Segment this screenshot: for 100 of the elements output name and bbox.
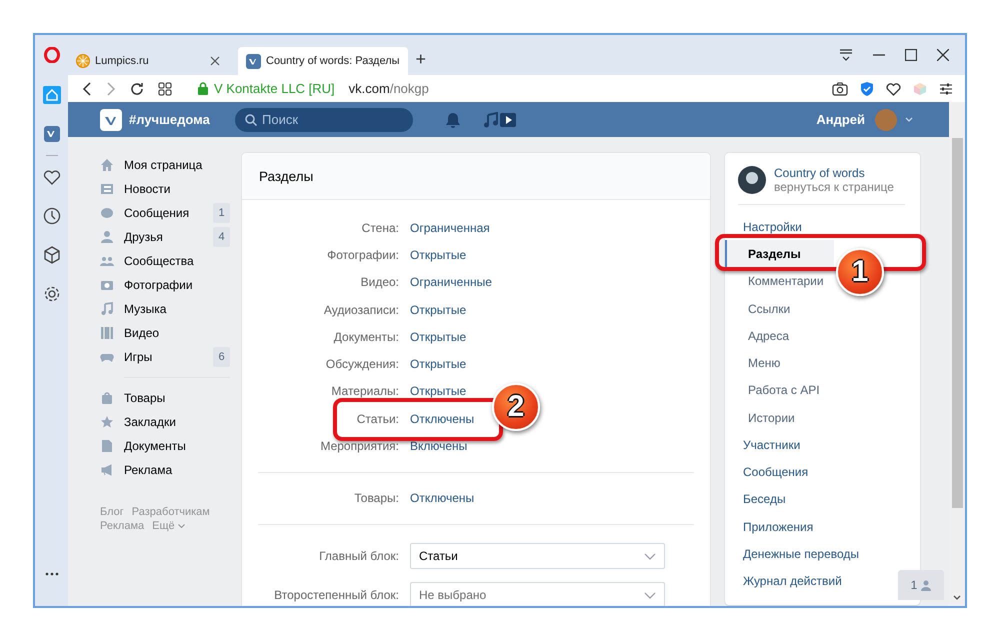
heart-icon: [886, 82, 901, 96]
clock-icon: [42, 206, 62, 226]
close-icon: [937, 49, 949, 61]
video-icon: [499, 112, 517, 128]
setting-link[interactable]: Открытые: [410, 248, 466, 262]
setting-label: Мероприятия:: [319, 439, 399, 454]
music-icon: [100, 302, 114, 316]
menu-item[interactable]: Комментарии: [725, 271, 828, 292]
avatar: [875, 108, 897, 130]
nav-item[interactable]: Реклама: [100, 458, 230, 482]
camera-icon: [100, 278, 114, 292]
music-icon: [483, 112, 499, 128]
chevron-down-icon: [644, 552, 656, 560]
nav-item[interactable]: Товары: [100, 386, 230, 410]
chevron-down-icon: [644, 592, 656, 599]
user-name[interactable]: Андрей: [816, 112, 865, 127]
menu-item[interactable]: Денежные переводы: [725, 544, 864, 564]
counter-badge: 4: [213, 227, 230, 247]
reload-icon: [130, 82, 144, 96]
setting-label: Материалы:: [330, 384, 399, 398]
minimize-icon: [873, 54, 885, 56]
avatar: [738, 166, 766, 194]
setting-label: Второстепенный блок:: [273, 588, 399, 602]
cube-icon: [42, 245, 62, 265]
setting-label: Стена:: [360, 220, 399, 235]
scrollbar[interactable]: [949, 102, 965, 606]
logo-icon: [100, 108, 122, 130]
tab-title: Lumpics.ru: [95, 55, 150, 67]
setting-link[interactable]: Открытые: [410, 357, 466, 372]
counter-badge: 1: [213, 203, 230, 223]
menu-item[interactable]: Участники: [725, 434, 804, 455]
setting-label: Главный блок:: [318, 549, 399, 564]
setting-link[interactable]: Открытые: [410, 384, 466, 398]
setting-link[interactable]: Ограниченная: [410, 220, 490, 235]
nav-item[interactable]: Видео: [100, 321, 230, 345]
menu-item[interactable]: Работа с API: [725, 380, 824, 400]
menu-item[interactable]: Ссылки: [725, 298, 794, 318]
bag-icon: [100, 391, 114, 405]
logo-icon: [44, 47, 60, 63]
dropdown[interactable]: Не выбрано: [410, 582, 665, 606]
setting-label: Товары:: [353, 491, 399, 506]
setting-label: Видео:: [360, 275, 399, 290]
search-field[interactable]: Поиск: [235, 108, 413, 132]
lock-icon: [198, 82, 208, 95]
nav-item[interactable]: Фотографии: [100, 273, 230, 297]
news-icon: [100, 182, 114, 196]
back-link[interactable]: вернуться к странице: [774, 180, 894, 194]
nav-item[interactable]: Моя страница: [100, 153, 230, 177]
setting-link[interactable]: Открытые: [410, 302, 466, 317]
setting-link[interactable]: Отключены: [410, 412, 474, 426]
nav-item[interactable]: Закладки: [100, 410, 230, 434]
chevron-down-icon: [953, 595, 961, 600]
setting-label: Фотографии:: [326, 248, 399, 262]
star-icon: [100, 415, 114, 429]
nav-item[interactable]: Документы: [100, 434, 230, 458]
menu-item[interactable]: Настройки: [725, 216, 806, 237]
menu-item[interactable]: Журнал действий: [725, 571, 846, 592]
address-field[interactable]: vk.com/nokgp: [348, 81, 429, 96]
brand-name[interactable]: #лучшедома: [129, 112, 235, 127]
people-icon: [100, 254, 114, 268]
community-name[interactable]: Country of words: [774, 166, 894, 180]
home-icon: [42, 85, 62, 105]
dropdown[interactable]: Статьи: [410, 543, 665, 570]
setting-label: Аудиозаписи:: [322, 302, 399, 317]
caret-icon: [905, 117, 913, 122]
browser-tab[interactable]: Country of words: Разделы: [238, 47, 408, 75]
nav-item[interactable]: Друзья 4: [100, 225, 230, 249]
back-icon: [82, 82, 92, 96]
document-icon: [100, 439, 114, 453]
camera-icon: [832, 82, 848, 96]
more-icon: [44, 572, 58, 576]
new-tab-button[interactable]: +: [416, 48, 426, 70]
menu-item[interactable]: Беседы: [725, 489, 790, 510]
nav-item[interactable]: Игры 6: [100, 345, 230, 369]
menu-item[interactable]: Адреса: [725, 326, 794, 346]
menu-item[interactable]: Истории: [725, 408, 799, 428]
browser-tab[interactable]: Lumpics.ru: [68, 47, 228, 75]
home-icon: [100, 158, 114, 172]
grid-icon: [158, 82, 172, 96]
setting-link[interactable]: Ограниченные: [410, 275, 492, 290]
setting-link[interactable]: Отключены: [410, 491, 474, 506]
nav-item[interactable]: Новости: [100, 177, 230, 201]
site-identity: V Kontakte LLC [RU]: [214, 81, 335, 96]
nav-item[interactable]: Сообщества: [100, 249, 230, 273]
menu-item[interactable]: Меню: [725, 353, 784, 374]
nav-item[interactable]: Музыка: [100, 297, 230, 321]
close-icon: [210, 56, 220, 66]
online-friends-button[interactable]: 1: [898, 570, 944, 600]
tabs-menu-icon: [839, 49, 853, 61]
nav-item[interactable]: Сообщения 1: [100, 201, 230, 225]
logo-icon: [42, 124, 62, 144]
card-title: Разделы: [242, 153, 710, 200]
setting-label: Статьи:: [356, 412, 399, 426]
maximize-icon: [905, 49, 917, 61]
menu-item[interactable]: Разделы: [725, 240, 834, 268]
menu-item[interactable]: Сообщения: [725, 462, 812, 482]
bell-icon: [445, 112, 461, 128]
menu-item[interactable]: Приложения: [725, 516, 818, 537]
setting-link[interactable]: Открытые: [410, 330, 466, 344]
setting-link[interactable]: Включены: [410, 439, 468, 454]
